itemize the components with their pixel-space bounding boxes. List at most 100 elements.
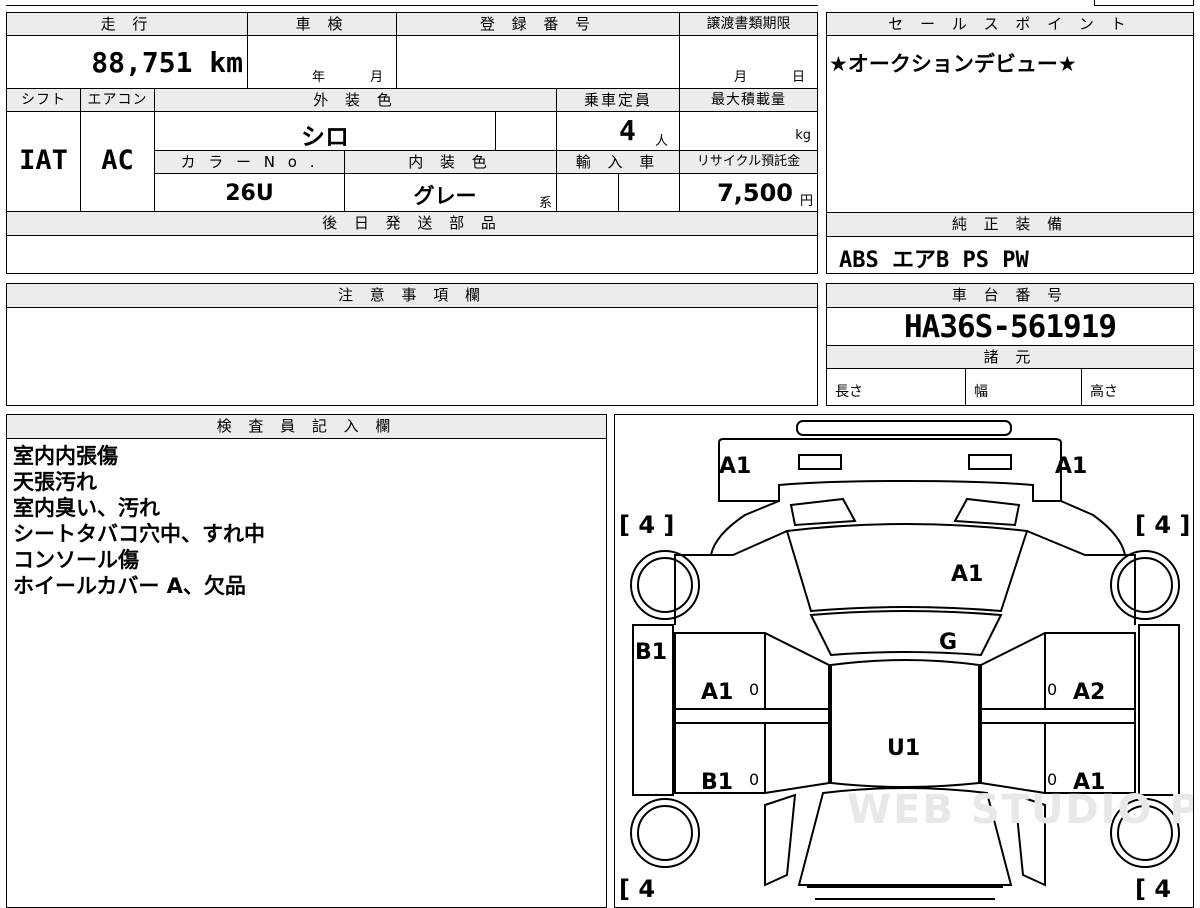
shift-cell: IAT: [6, 111, 81, 212]
mileage-value: 88,751 km: [91, 46, 243, 79]
recycle-fee-cell: 7,500 円: [679, 173, 818, 212]
imported-cell-b: [618, 173, 680, 212]
exterior-color-value: シロ: [301, 123, 349, 151]
imported-cell-a: [556, 173, 619, 212]
standard-equipment-cell: ABS エアB PS PW: [826, 236, 1194, 274]
tread-bottom-right: [ 4: [1135, 875, 1171, 903]
door-zero-rr: 0: [1047, 770, 1057, 789]
inspection-month-unit: 月: [370, 70, 384, 85]
registration-header: 登 録 番 号: [396, 12, 680, 36]
inspector-cell: 室内内張傷 天張汚れ 室内臭い、汚れ シートタバコ穴中、すれ中 コンソール傷 ホ…: [6, 438, 607, 908]
chassis-value: HA36S-561919: [904, 309, 1117, 345]
aircon-header: エアコン: [80, 88, 155, 112]
inspection-cell: 年 月: [247, 35, 397, 89]
diagram-watermark: WEB STUDIO PRO: [847, 787, 1194, 833]
recycle-fee-header: リサイクル預託金: [679, 150, 818, 174]
door-zero-fr: 0: [1047, 680, 1057, 699]
transfer-day-unit: 日: [792, 70, 806, 85]
spec-width-label: 幅: [974, 384, 988, 400]
chassis-header: 車 台 番 号: [826, 283, 1194, 308]
inspector-line: シートタバコ穴中、すれ中: [13, 522, 265, 546]
car-diagram: WEB STUDIO PRO [ 4 ] [ 4 ] [ 4 [ 4 A1 A1…: [619, 420, 1194, 903]
tread-bottom-left: [ 4: [619, 875, 655, 903]
inspector-line: コンソール傷: [13, 548, 139, 572]
recycle-fee-value: 7,500: [717, 179, 793, 207]
exterior-color-header: 外 装 色: [154, 88, 557, 112]
color-no-value: 26U: [225, 181, 274, 206]
exterior-color-cell: シロ: [154, 111, 496, 151]
mark-top-right: A1: [1055, 454, 1087, 479]
headlight-left-shape: [798, 454, 842, 470]
door-zero-rl: 0: [749, 770, 759, 789]
shift-header: シフト: [6, 88, 81, 112]
sales-point-header: セ ー ル ス ポ イ ン ト: [826, 12, 1194, 36]
seating-person-unit: 人: [655, 134, 669, 149]
aircon-value: AC: [101, 145, 134, 176]
interior-series-unit: 系: [538, 196, 552, 211]
later-parts-cell: [6, 235, 818, 274]
sales-point-cell: ★オークションデビュー★: [826, 35, 1194, 213]
aircon-cell: AC: [80, 111, 155, 212]
inspection-year-unit: 年: [312, 70, 326, 85]
registration-cell: [396, 35, 680, 89]
tread-top-right: [ 4 ]: [1135, 511, 1190, 539]
windshield-shape: [785, 523, 1029, 613]
mark-windshield: A1: [951, 562, 983, 587]
interior-color-value: グレー: [413, 184, 477, 208]
mark-roof: U1: [887, 736, 920, 761]
cowl-right-shape: [953, 497, 1021, 527]
wheel-front-right-shape: [1110, 550, 1180, 620]
mark-left-side: B1: [635, 640, 667, 665]
interior-color-header: 内 装 色: [344, 150, 557, 174]
notes-header: 注 意 事 項 欄: [6, 283, 818, 308]
transfer-deadline-header: 譲渡書類期限: [679, 12, 818, 36]
mileage-cell: 88,751 km: [6, 35, 248, 89]
specs-header: 諸 元: [826, 345, 1194, 369]
sales-point-text: ★オークションデビュー★: [829, 52, 1077, 76]
top-strip: [6, 0, 818, 6]
left-doors-shape: [674, 632, 830, 794]
cowl-left-shape: [789, 497, 857, 527]
rear-quarter-left-shape: [764, 793, 797, 887]
mark-front-right-door: A2: [1073, 680, 1105, 705]
recycle-yen-unit: 円: [799, 194, 813, 209]
front-bumper-shape: [796, 420, 1012, 436]
transfer-month-unit: 月: [734, 70, 748, 85]
notes-cell: [6, 307, 818, 406]
tread-top-left: [ 4 ]: [619, 511, 674, 539]
spec-length-cell: 長さ: [826, 368, 966, 406]
inspector-line: 天張汚れ: [13, 470, 97, 494]
inspection-header: 車 検: [247, 12, 397, 36]
later-parts-header: 後 日 発 送 部 品: [6, 211, 818, 236]
seating-value: 4: [619, 114, 636, 147]
shift-value: IAT: [19, 145, 68, 176]
top-right-strip: [1094, 0, 1194, 6]
chassis-cell: HA36S-561919: [826, 307, 1194, 346]
mark-rear-right-door: A1: [1073, 770, 1105, 795]
inspector-lines: 室内内張傷 天張汚れ 室内臭い、汚れ シートタバコ穴中、すれ中 コンソール傷 ホ…: [13, 443, 265, 599]
spec-width-cell: 幅: [965, 368, 1082, 406]
seating-cell: 4 人: [556, 111, 680, 151]
imported-header: 輸 入 車: [556, 150, 680, 174]
roof-shape: [830, 659, 980, 788]
interior-color-cell: グレー 系: [344, 173, 557, 212]
standard-equipment-header: 純 正 装 備: [826, 212, 1194, 237]
right-a-pillar-shape: [1026, 530, 1136, 611]
door-zero-fl: 0: [749, 680, 759, 699]
wheel-front-left-shape: [630, 550, 700, 620]
spec-height-cell: 高さ: [1081, 368, 1194, 406]
spec-length-label: 長さ: [835, 384, 863, 400]
headlight-right-shape: [968, 454, 1012, 470]
standard-equipment-text: ABS エアB PS PW: [839, 248, 1029, 273]
mileage-header: 走 行: [6, 12, 248, 36]
inspector-line: ホイールカバー A、欠品: [13, 574, 246, 598]
inspector-line: 室内内張傷: [13, 444, 118, 468]
max-load-header: 最大積載量: [679, 88, 818, 112]
exterior-color-extra-cell: [495, 111, 557, 151]
max-load-cell: kg: [679, 111, 818, 151]
mark-front-left-door: A1: [701, 680, 733, 705]
mark-rear-left-door: B1: [701, 770, 733, 795]
color-no-header: カ ラ ー N o .: [154, 150, 345, 174]
seating-header: 乗車定員: [556, 88, 680, 112]
wheel-rear-left-shape: [630, 798, 700, 868]
